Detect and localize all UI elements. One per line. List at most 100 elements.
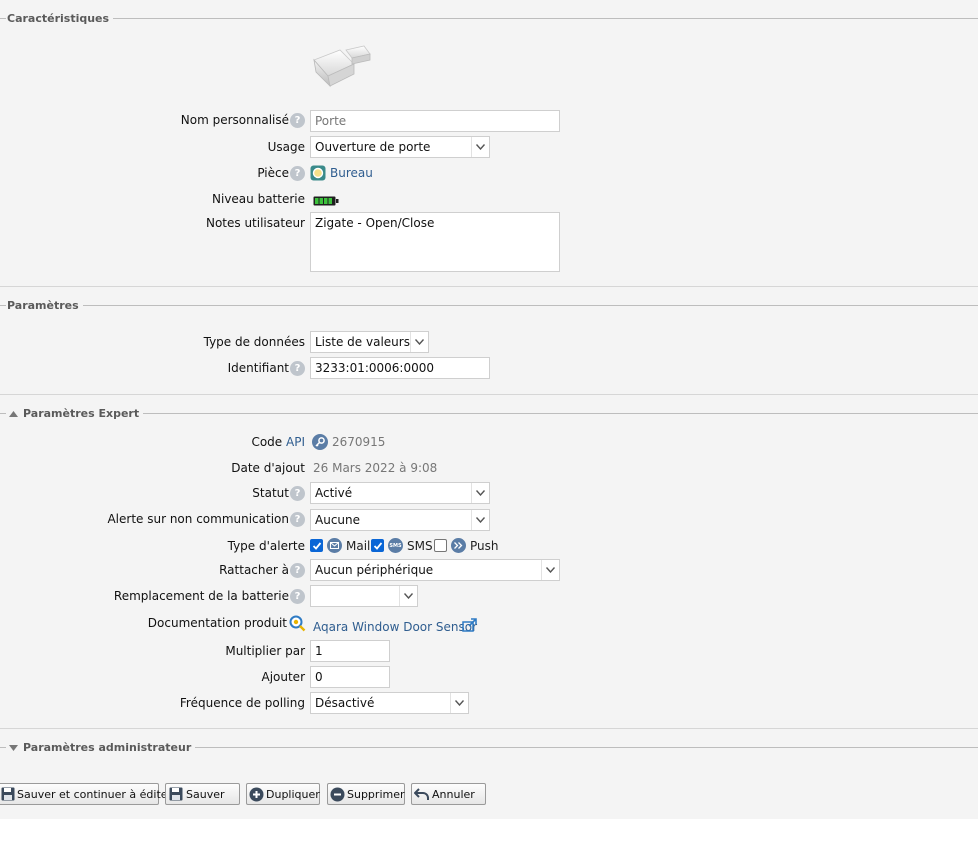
usage-label: Usage (267, 140, 305, 154)
remplacement-select[interactable] (310, 585, 418, 607)
alerte-label: Alerte sur non communication (107, 512, 289, 526)
type-donnees-select[interactable]: Liste de valeurs (310, 331, 429, 353)
statut-select[interactable]: Activé (310, 482, 490, 504)
save-continue-label: Sauver et continuer à éditer (17, 787, 173, 801)
duplicate-button[interactable]: Dupliquer (246, 783, 320, 805)
chevron-down-icon (410, 332, 428, 352)
cancel-button[interactable]: Annuler (411, 783, 486, 805)
mail-label: Mail (346, 539, 371, 553)
device-image (310, 44, 374, 94)
divider (0, 286, 978, 287)
section-title: Paramètres (7, 298, 79, 312)
polling-value: Désactivé (315, 696, 375, 710)
ajouter-input[interactable]: 0 (310, 666, 390, 688)
nom-label: Nom personnalisé (180, 113, 289, 127)
notes-label: Notes utilisateur (205, 216, 305, 230)
sms-label: SMS (407, 539, 433, 553)
device-form-panel: Caractéristiques Nom personnalisé ? Port… (0, 0, 978, 819)
mail-checkbox[interactable] (310, 539, 323, 552)
code-value: 2670915 (332, 435, 386, 449)
statut-label: Statut (252, 486, 289, 500)
nom-input[interactable]: Porte (310, 110, 560, 132)
identifiant-input[interactable]: 3233:01:0006:0000 (310, 357, 490, 379)
identifiant-label: Identifiant (227, 361, 289, 375)
save-continue-button[interactable]: Sauver et continuer à éditer (0, 783, 172, 805)
chevron-down-icon (399, 586, 417, 606)
floppy-icon (168, 786, 184, 802)
minus-circle-icon (330, 786, 345, 802)
duplicate-label: Dupliquer (266, 787, 320, 801)
chevron-down-icon (450, 693, 468, 713)
divider (0, 394, 978, 395)
piece-link[interactable]: Bureau (330, 165, 373, 181)
rattacher-select[interactable]: Aucun périphérique (310, 559, 560, 581)
undo-icon (414, 786, 430, 802)
alerte-value: Aucune (315, 513, 361, 527)
delete-button[interactable]: Supprimer (327, 783, 405, 805)
polling-select[interactable]: Désactivé (310, 692, 469, 714)
code-label: Code API (251, 434, 305, 450)
cancel-label: Annuler (432, 787, 475, 801)
date-value: 26 Mars 2022 à 9:08 (313, 461, 438, 475)
usage-value: Ouverture de porte (315, 140, 431, 154)
external-link-icon[interactable] (462, 618, 478, 632)
alerte-select[interactable]: Aucune (310, 509, 490, 531)
copy-icon (249, 786, 264, 802)
doc-label: Documentation produit (147, 616, 287, 630)
mail-icon (327, 538, 342, 553)
section-admin[interactable]: Paramètres administrateur (0, 740, 978, 754)
ajouter-label: Ajouter (261, 670, 305, 684)
push-checkbox[interactable] (434, 539, 447, 552)
statut-value: Activé (315, 486, 353, 500)
date-label: Date d'ajout (231, 461, 305, 475)
doc-link[interactable]: Aqara Window Door Sensor (313, 619, 477, 635)
divider (0, 728, 978, 729)
help-icon[interactable]: ? (290, 563, 305, 578)
help-icon[interactable]: ? (290, 166, 305, 181)
multiplier-input[interactable]: 1 (310, 640, 390, 662)
help-icon[interactable]: ? (290, 589, 305, 604)
remplacement-label: Remplacement de la batterie (113, 589, 289, 603)
caret-up-icon (9, 406, 18, 420)
save-label: Sauver (186, 787, 225, 801)
notes-textarea[interactable]: Zigate - Open/Close (310, 212, 560, 272)
floppy-icon (1, 786, 15, 802)
type-donnees-label: Type de données (203, 335, 305, 349)
sms-checkbox[interactable] (371, 539, 384, 552)
key-icon[interactable] (312, 434, 328, 450)
section-caracteristiques: Caractéristiques (0, 11, 978, 25)
code-label-text: Code (251, 435, 283, 449)
chevron-down-icon (541, 560, 559, 580)
delete-label: Supprimer (347, 787, 405, 801)
battery-icon (313, 195, 339, 206)
rattacher-label: Rattacher à (219, 563, 289, 577)
room-icon (310, 165, 326, 181)
type-donnees-value: Liste de valeurs (315, 335, 410, 349)
sms-icon: SMS (388, 538, 403, 553)
rattacher-value: Aucun périphérique (315, 563, 434, 577)
chevron-down-icon (471, 483, 489, 503)
help-icon[interactable]: ? (290, 361, 305, 376)
usage-select[interactable]: Ouverture de porte (310, 136, 490, 158)
section-parametres: Paramètres (0, 298, 978, 312)
section-title: Paramètres Expert (23, 406, 140, 420)
type-alerte-label: Type d'alerte (227, 539, 305, 553)
push-icon (451, 538, 466, 553)
help-icon[interactable]: ? (290, 113, 305, 128)
api-link[interactable]: API (286, 435, 305, 449)
piece-label: Pièce (257, 166, 289, 180)
batterie-label: Niveau batterie (212, 192, 305, 206)
polling-label: Fréquence de polling (179, 696, 305, 710)
section-title: Paramètres administrateur (23, 740, 192, 754)
section-title: Caractéristiques (7, 11, 110, 25)
section-expert[interactable]: Paramètres Expert (0, 406, 978, 420)
save-button[interactable]: Sauver (165, 783, 240, 805)
push-label: Push (470, 539, 499, 553)
search-doc-icon (289, 615, 306, 632)
chevron-down-icon (471, 137, 489, 157)
chevron-down-icon (471, 510, 489, 530)
help-icon[interactable]: ? (290, 512, 305, 527)
multiplier-label: Multiplier par (225, 644, 305, 658)
caret-down-icon (9, 740, 18, 754)
help-icon[interactable]: ? (290, 486, 305, 501)
